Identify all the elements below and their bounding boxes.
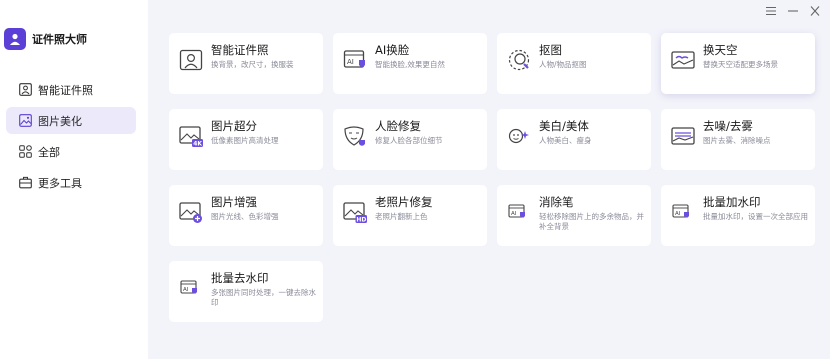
card-title: 去噪/去雾 <box>703 119 753 133</box>
add-watermark-icon: AI <box>671 200 695 224</box>
sidebar-item-label: 图片美化 <box>38 114 82 128</box>
card-desc: 人物/物品抠图 <box>539 60 587 69</box>
id-photo-icon <box>179 48 203 72</box>
card-add-watermark[interactable]: AI 批量加水印 批量加水印，设置一次全部应用 <box>661 185 815 246</box>
card-title: 老照片修复 <box>375 195 433 209</box>
card-title: 智能证件照 <box>211 43 269 57</box>
sidebar-item-label: 更多工具 <box>38 176 82 190</box>
ai-face-icon: AI <box>343 48 367 72</box>
card-desc: 图片去雾、消除噪点 <box>703 136 771 145</box>
close-icon[interactable] <box>806 3 824 19</box>
app-name: 证件照大师 <box>32 33 87 46</box>
card-beauty[interactable]: 美白/美体 人物美白、瘦身 <box>497 109 651 170</box>
card-desc: 低像素图片高清处理 <box>211 136 279 145</box>
card-eraser[interactable]: AI 消除笔 轻松移除图片上的多余物品，并补全背景 <box>497 185 651 246</box>
card-title: 换天空 <box>703 43 738 57</box>
card-title: 图片超分 <box>211 119 257 133</box>
card-desc: 多张图片同时处理，一键去除水印 <box>211 288 316 307</box>
id-photo-icon <box>18 83 32 97</box>
app-logo-icon <box>4 28 26 50</box>
svg-text:AI: AI <box>511 211 517 217</box>
brand: 证件照大师 <box>4 28 87 50</box>
card-desc: 换背景，改尺寸，换服装 <box>211 60 294 69</box>
eraser-icon: AI <box>507 200 531 224</box>
card-super-resolution[interactable]: 4K 图片超分 低像素图片高清处理 <box>169 109 323 170</box>
card-desc: 替换天空适配更多场景 <box>703 60 778 69</box>
sidebar-nav: 智能证件照 图片美化 全部 更多工具 <box>6 76 136 200</box>
svg-text:4K: 4K <box>193 141 202 148</box>
card-desc: 批量加水印，设置一次全部应用 <box>703 212 808 221</box>
card-face-repair[interactable]: 人脸修复 修复人脸各部位细节 <box>333 109 487 170</box>
card-remove-watermark[interactable]: AI 批量去水印 多张图片同时处理，一键去除水印 <box>169 261 323 322</box>
face-repair-icon <box>343 124 367 148</box>
card-desc: 修复人脸各部位细节 <box>375 136 443 145</box>
card-title: 消除笔 <box>539 195 574 209</box>
sky-icon <box>671 48 695 72</box>
card-enhance[interactable]: 图片增强 图片光线、色彩增强 <box>169 185 323 246</box>
card-title: AI换脸 <box>375 43 410 57</box>
card-title: 人脸修复 <box>375 119 421 133</box>
cutout-icon <box>507 48 531 72</box>
card-desc: 人物美白、瘦身 <box>539 136 592 145</box>
enhance-icon <box>179 200 203 224</box>
card-title: 图片增强 <box>211 195 257 209</box>
card-sky[interactable]: 换天空 替换天空适配更多场景 <box>661 33 815 94</box>
image-beautify-icon <box>18 114 32 128</box>
card-ai-face[interactable]: AI AI换脸 智能换脸,效果更自然 <box>333 33 487 94</box>
card-desc: 图片光线、色彩增强 <box>211 212 279 221</box>
card-old-photo[interactable]: HD 老照片修复 老照片翻新上色 <box>333 185 487 246</box>
card-title: 批量加水印 <box>703 195 761 209</box>
card-desc: 轻松移除图片上的多余物品，并补全背景 <box>539 212 644 231</box>
card-desc: 智能换脸,效果更自然 <box>375 60 445 69</box>
sidebar-item-all[interactable]: 全部 <box>6 138 136 165</box>
hd-icon: HD <box>343 200 367 224</box>
grid-icon <box>18 145 32 159</box>
sidebar: 证件照大师 智能证件照 图片美化 全部 更多工具 <box>0 0 148 359</box>
sidebar-item-label: 全部 <box>38 145 60 159</box>
remove-watermark-icon: AI <box>179 276 203 300</box>
beauty-icon <box>507 124 531 148</box>
sidebar-item-id-photo[interactable]: 智能证件照 <box>6 76 136 103</box>
sidebar-item-more-tools[interactable]: 更多工具 <box>6 169 136 196</box>
window-controls <box>758 3 824 19</box>
menu-icon[interactable] <box>762 3 780 19</box>
card-title: 批量去水印 <box>211 271 269 285</box>
minimize-icon[interactable] <box>784 3 802 19</box>
svg-text:AI: AI <box>675 211 681 217</box>
svg-text:AI: AI <box>183 287 189 293</box>
sidebar-item-label: 智能证件照 <box>38 83 93 97</box>
toolbox-icon <box>18 176 32 190</box>
svg-text:AI: AI <box>347 58 354 66</box>
card-id-photo[interactable]: 智能证件照 换背景，改尺寸，换服装 <box>169 33 323 94</box>
card-title: 美白/美体 <box>539 119 589 133</box>
card-desc: 老照片翻新上色 <box>375 212 428 221</box>
sidebar-item-image-beautify[interactable]: 图片美化 <box>6 107 136 134</box>
card-cutout[interactable]: 抠图 人物/物品抠图 <box>497 33 651 94</box>
svg-text:HD: HD <box>356 217 366 224</box>
card-denoise[interactable]: 去噪/去雾 图片去雾、消除噪点 <box>661 109 815 170</box>
card-title: 抠图 <box>539 43 562 57</box>
denoise-icon <box>671 124 695 148</box>
4k-icon: 4K <box>179 124 203 148</box>
